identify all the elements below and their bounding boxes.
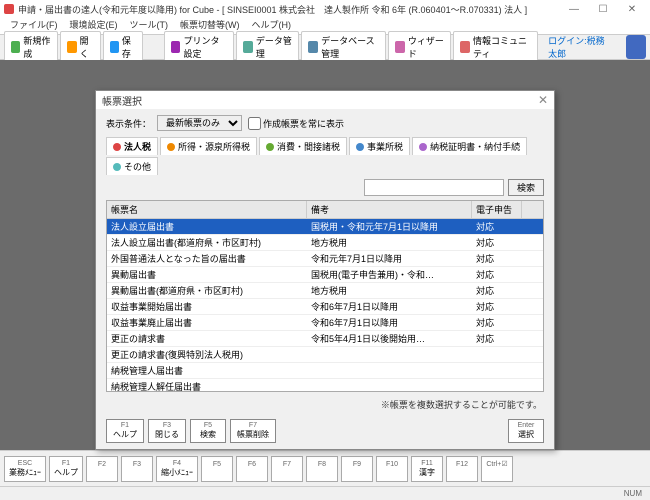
table-row[interactable]: 更正の請求書令和5年4月1日以後開始用…対応 [107,331,543,347]
dialog-fkey-button[interactable]: F7帳票削除 [230,419,276,443]
maximize-button[interactable]: ☐ [589,1,617,17]
category-tab[interactable]: 法人税 [106,137,158,155]
dialog-note: ※帳票を複数選択することが可能です。 [96,396,554,413]
status-bar: NUM [0,486,650,500]
toolbar-button[interactable]: データベース管理 [301,31,386,63]
toolbar-icon [11,41,20,53]
toolbar-icon [243,41,253,53]
fkey-button[interactable]: F11漢字 [411,456,443,482]
category-tab[interactable]: 所得・源泉所得税 [160,137,257,155]
category-tabs: 法人税所得・源泉所得税消費・間接諸税事業所税納税証明書・納付手続その他 [96,137,554,175]
table-row[interactable]: 収益事業開始届出書令和6年7月1日以降用対応 [107,299,543,315]
dialog-enter-button[interactable]: Enter選択 [508,419,544,443]
form-select-dialog: 帳票選択 ✕ 表示条件： 最新帳票のみ 作成帳票を常に表示 法人税所得・源泉所得… [95,90,555,450]
toolbar-button[interactable]: 開く [60,31,100,63]
form-table[interactable]: 帳票名 備考 電子申告 法人設立届出書国税用・令和元年7月1日以降用対応法人設立… [106,200,544,392]
toolbar-button[interactable]: 保存 [103,31,143,63]
table-row[interactable]: 納税管理人届出書 [107,363,543,379]
table-row[interactable]: 更正の請求書(復興特別法人税用) [107,347,543,363]
tab-dot-icon [266,143,274,151]
dialog-close-button[interactable]: ✕ [538,93,548,107]
dialog-fkey-button[interactable]: F1ヘルプ [106,419,144,443]
category-tab[interactable]: 消費・間接諸税 [259,137,347,155]
dialog-fkey-button[interactable]: F3閉じる [148,419,186,443]
table-row[interactable]: 異動届出書(都道府県・市区町村)地方税用対応 [107,283,543,299]
toolbar-button[interactable]: 情報コミュニティ [453,31,538,63]
tab-dot-icon [356,143,364,151]
toolbar-button[interactable]: ウィザード [388,31,451,63]
toolbar-button[interactable]: プリンタ設定 [164,31,234,63]
fkey-button[interactable]: F6 [236,456,268,482]
dialog-button-bar: F1ヘルプF3閉じるF5検索F7帳票削除 Enter選択 [96,413,554,449]
fkey-button[interactable]: Ctrl+☑ [481,456,513,482]
tatsu-logo-icon [626,35,646,59]
table-header: 帳票名 備考 電子申告 [107,201,543,219]
close-button[interactable]: ✕ [618,1,646,17]
table-row[interactable]: 異動届出書国税用(電子申告兼用)・令和…対応 [107,267,543,283]
fkey-button[interactable]: ESC業務ﾒﾆｭｰ [4,456,46,482]
filter-select[interactable]: 最新帳票のみ [157,115,242,131]
title-bar: 申請・届出書の達人(令和元年度以降用) for Cube - [ SINSEI0… [0,0,650,18]
col-name: 帳票名 [107,201,307,218]
window-title: 申請・届出書の達人(令和元年度以降用) for Cube - [ SINSEI0… [18,3,527,16]
table-row[interactable]: 収益事業廃止届出書令和6年7月1日以降用対応 [107,315,543,331]
fkey-button[interactable]: F8 [306,456,338,482]
fkey-button[interactable]: F5 [201,456,233,482]
always-show-checkbox[interactable]: 作成帳票を常に表示 [248,117,344,130]
dialog-title: 帳票選択 [102,93,142,108]
search-input[interactable] [364,179,504,196]
table-row[interactable]: 法人設立届出書国税用・令和元年7月1日以降用対応 [107,219,543,235]
fkey-button[interactable]: F9 [341,456,373,482]
col-note: 備考 [307,201,472,218]
toolbar: 新規作成開く保存 プリンタ設定データ管理データベース管理ウィザード情報コミュニテ… [0,34,650,60]
fkey-button[interactable]: F3 [121,456,153,482]
fkey-button[interactable]: F2 [86,456,118,482]
filter-label: 表示条件： [106,117,151,130]
toolbar-button[interactable]: データ管理 [236,31,299,63]
table-row[interactable]: 外国普通法人となった旨の届出書令和元年7月1日以降用対応 [107,251,543,267]
toolbar-icon [308,41,318,53]
table-row[interactable]: 法人設立届出書(都道府県・市区町村)地方税用対応 [107,235,543,251]
tab-dot-icon [167,143,175,151]
col-efiling: 電子申告 [472,201,522,218]
category-tab[interactable]: 事業所税 [349,137,410,155]
search-button[interactable]: 検索 [508,179,544,196]
tab-dot-icon [113,143,121,151]
dialog-fkey-button[interactable]: F5検索 [190,419,226,443]
toolbar-icon [395,41,405,53]
table-row[interactable]: 納税管理人解任届出書 [107,379,543,392]
toolbar-icon [171,41,181,53]
always-show-checkbox-input[interactable] [248,117,261,130]
dialog-title-bar: 帳票選択 ✕ [96,91,554,109]
fkey-button[interactable]: F7 [271,456,303,482]
app-icon [4,4,14,14]
category-tab[interactable]: その他 [106,157,158,175]
fkey-button[interactable]: F4縮小ﾒﾆｭｰ [156,456,198,482]
category-tab[interactable]: 納税証明書・納付手続 [412,137,527,155]
fkey-button[interactable]: F1ヘルプ [49,456,83,482]
minimize-button[interactable]: — [560,1,588,17]
workspace: 帳票選択 ✕ 表示条件： 最新帳票のみ 作成帳票を常に表示 法人税所得・源泉所得… [0,60,650,450]
fkey-button[interactable]: F12 [446,456,478,482]
function-key-bar: ESC業務ﾒﾆｭｰF1ヘルプF2 F3 F4縮小ﾒﾆｭｰF5 F6 F7 F8 … [0,450,650,486]
toolbar-icon [110,41,119,53]
tab-dot-icon [113,163,121,171]
toolbar-button[interactable]: 新規作成 [4,31,58,63]
toolbar-icon [67,41,76,53]
tab-dot-icon [419,143,427,151]
login-label: ログイン:税務 太郎 [542,34,620,60]
fkey-button[interactable]: F10 [376,456,408,482]
toolbar-icon [460,41,470,53]
